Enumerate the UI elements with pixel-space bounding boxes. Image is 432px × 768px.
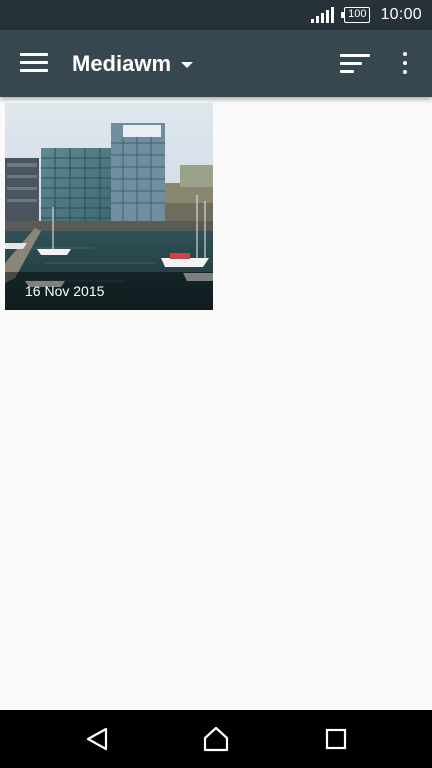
battery-icon: 100 [341, 7, 371, 23]
navigation-bar [0, 710, 432, 768]
album-thumbnail[interactable]: 16 Nov 2015 [5, 103, 213, 310]
clock: 10:00 [380, 6, 422, 23]
status-bar: 100 10:00 [0, 0, 432, 30]
back-triangle-icon[interactable] [82, 724, 112, 754]
app-title: Mediawm [72, 50, 172, 76]
album-selector-dropdown[interactable]: Mediawm [72, 30, 194, 97]
sort-icon[interactable] [340, 54, 370, 74]
hamburger-menu-icon[interactable] [20, 53, 48, 73]
app-bar: Mediawm [0, 30, 432, 97]
battery-level: 100 [348, 8, 367, 20]
more-vert-icon[interactable] [400, 52, 410, 74]
home-icon[interactable] [201, 724, 231, 754]
media-grid: 16 Nov 2015 [0, 97, 432, 710]
signal-strength-icon [311, 7, 335, 23]
album-date-caption: 16 Nov 2015 [5, 272, 213, 310]
album-date-label: 16 Nov 2015 [25, 283, 105, 299]
caret-down-icon [181, 61, 194, 68]
recent-apps-square-icon[interactable] [321, 724, 351, 754]
